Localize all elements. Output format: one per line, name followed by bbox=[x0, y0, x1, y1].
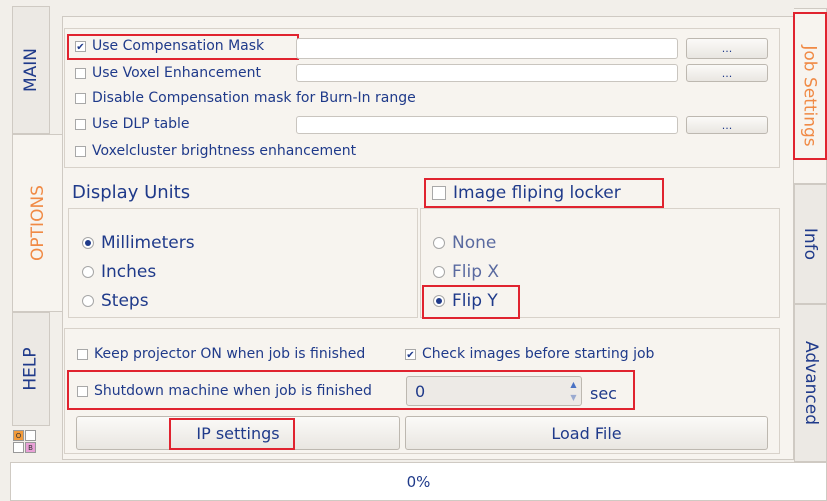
tab-help[interactable]: HELP bbox=[12, 312, 50, 426]
keep-projector-row[interactable]: Keep projector ON when job is finished bbox=[77, 346, 365, 362]
unit-inches-option[interactable]: Inches bbox=[82, 262, 156, 282]
unit-inches-label: Inches bbox=[101, 262, 157, 282]
spin-up-icon[interactable]: ▲ bbox=[568, 379, 579, 391]
tab-advanced-label: Advanced bbox=[800, 341, 821, 425]
flip-x-radio[interactable] bbox=[433, 266, 445, 278]
tab-help-label: HELP bbox=[21, 347, 41, 391]
shutdown-checkbox[interactable] bbox=[77, 385, 88, 397]
image-flip-locker-checkbox[interactable] bbox=[432, 186, 446, 200]
highlight-ip-settings bbox=[169, 418, 295, 450]
shutdown-delay-spinbox[interactable]: 0 ▲ ▼ bbox=[406, 376, 582, 406]
compensation-mask-browse-button[interactable]: ... bbox=[686, 38, 768, 59]
tab-advanced[interactable]: Advanced bbox=[794, 304, 827, 462]
voxel-enhancement-label: Use Voxel Enhancement bbox=[92, 65, 262, 81]
voxel-enhancement-browse-button[interactable]: ... bbox=[686, 64, 768, 82]
tab-info[interactable]: Info bbox=[794, 184, 827, 304]
voxelcluster-row[interactable]: Voxelcluster brightness enhancement bbox=[75, 143, 356, 159]
check-images-row[interactable]: ✔ Check images before starting job bbox=[405, 346, 654, 362]
load-file-label: Load File bbox=[551, 423, 622, 443]
check-images-checkbox[interactable]: ✔ bbox=[405, 348, 416, 361]
disable-comp-burnin-row[interactable]: Disable Compensation mask for Burn-In ra… bbox=[75, 90, 416, 106]
unit-steps-radio[interactable] bbox=[82, 295, 94, 307]
display-units-title: Display Units bbox=[72, 182, 191, 203]
image-flip-locker-row[interactable]: Image fliping locker bbox=[432, 183, 621, 203]
legend-blank-icon bbox=[25, 430, 36, 441]
legend-o-icon: O bbox=[13, 430, 24, 441]
tab-info-label: Info bbox=[800, 227, 821, 261]
voxel-enhancement-checkbox[interactable] bbox=[75, 67, 86, 79]
unit-millimeters-radio[interactable] bbox=[82, 237, 94, 249]
unit-millimeters-option[interactable]: Millimeters bbox=[82, 233, 195, 253]
disable-comp-burnin-checkbox[interactable] bbox=[75, 92, 86, 104]
spin-down-icon[interactable]: ▼ bbox=[568, 392, 579, 404]
unit-steps-label: Steps bbox=[101, 291, 149, 311]
tab-options[interactable]: OPTIONS bbox=[12, 134, 62, 312]
shutdown-row[interactable]: Shutdown machine when job is finished bbox=[77, 383, 372, 399]
compensation-mask-path-input[interactable] bbox=[296, 38, 678, 59]
shutdown-delay-value: 0 bbox=[415, 382, 426, 401]
unit-inches-radio[interactable] bbox=[82, 266, 94, 278]
flip-y-label: Flip Y bbox=[452, 291, 498, 311]
voxel-enhancement-path-input[interactable] bbox=[296, 64, 678, 82]
flip-y-radio[interactable] bbox=[433, 295, 445, 307]
disable-comp-burnin-label: Disable Compensation mask for Burn-In ra… bbox=[92, 90, 416, 106]
check-images-label: Check images before starting job bbox=[422, 346, 655, 362]
flip-y-option[interactable]: Flip Y bbox=[433, 291, 498, 311]
tab-main[interactable]: MAIN bbox=[12, 6, 50, 134]
shutdown-delay-unit: sec bbox=[590, 384, 617, 403]
flip-none-radio[interactable] bbox=[433, 237, 445, 249]
unit-millimeters-label: Millimeters bbox=[101, 233, 195, 253]
dlp-table-label: Use DLP table bbox=[92, 116, 190, 132]
flip-none-label: None bbox=[452, 233, 497, 253]
compensation-mask-label: Use Compensation Mask bbox=[92, 38, 265, 54]
dlp-table-browse-button[interactable]: ... bbox=[686, 116, 768, 134]
compensation-mask-row[interactable]: ✔ Use Compensation Mask bbox=[75, 38, 264, 54]
flip-x-option[interactable]: Flip X bbox=[433, 262, 499, 282]
voxelcluster-checkbox[interactable] bbox=[75, 145, 86, 157]
dlp-table-path-input[interactable] bbox=[296, 116, 678, 134]
keep-projector-checkbox[interactable] bbox=[77, 348, 88, 360]
tab-options-label: OPTIONS bbox=[27, 185, 48, 261]
dlp-table-checkbox[interactable] bbox=[75, 118, 86, 130]
load-file-button[interactable]: Load File bbox=[405, 416, 768, 450]
voxel-enhancement-row[interactable]: Use Voxel Enhancement bbox=[75, 65, 261, 81]
image-flip-locker-label: Image fliping locker bbox=[453, 183, 621, 203]
highlight-job-settings bbox=[793, 12, 827, 160]
keep-projector-label: Keep projector ON when job is finished bbox=[94, 346, 366, 362]
flip-x-label: Flip X bbox=[452, 262, 500, 282]
progress-text: 0% bbox=[406, 472, 431, 491]
progress-bar: 0% bbox=[10, 462, 827, 501]
compensation-mask-checkbox[interactable]: ✔ bbox=[75, 40, 86, 53]
voxelcluster-label: Voxelcluster brightness enhancement bbox=[92, 143, 357, 159]
flip-none-option[interactable]: None bbox=[433, 233, 496, 253]
tab-main-label: MAIN bbox=[21, 47, 41, 93]
legend-blank2-icon bbox=[13, 442, 24, 453]
status-legend: O B bbox=[13, 430, 49, 456]
legend-b-icon: B bbox=[25, 442, 36, 453]
dlp-table-row[interactable]: Use DLP table bbox=[75, 116, 190, 132]
unit-steps-option[interactable]: Steps bbox=[82, 291, 149, 311]
shutdown-label: Shutdown machine when job is finished bbox=[94, 383, 372, 399]
